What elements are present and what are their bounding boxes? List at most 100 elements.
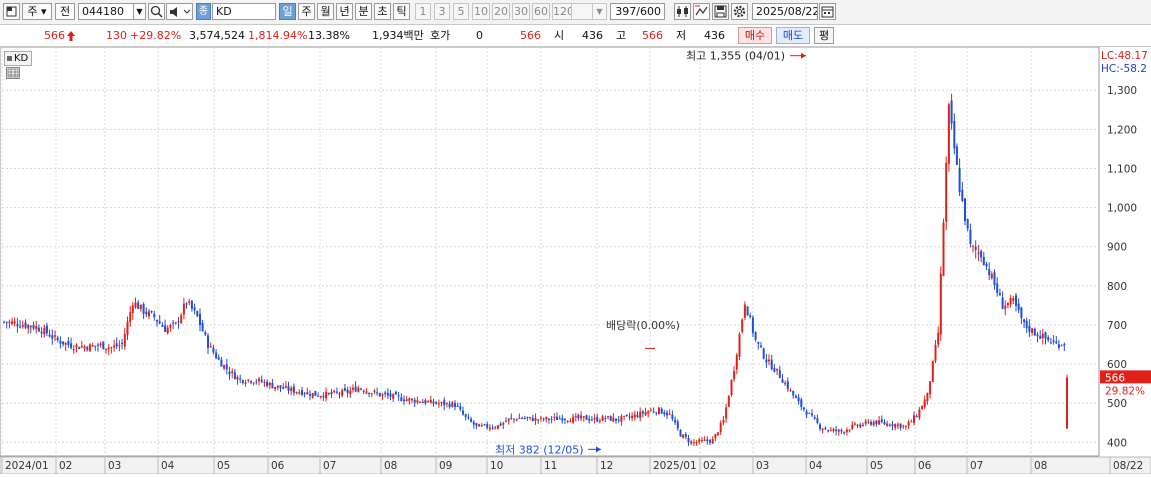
- search-icon[interactable]: [148, 3, 165, 20]
- candle-body: [679, 429, 682, 437]
- candle-body: [97, 344, 99, 346]
- candle-body: [400, 397, 403, 401]
- y-tick-label: 400: [1107, 437, 1127, 449]
- candle-body: [21, 325, 24, 327]
- candle-body: [612, 417, 615, 422]
- candle-body: [172, 322, 175, 324]
- tab-minute[interactable]: 분: [355, 3, 372, 20]
- stock-code-dropdown[interactable]: ▼: [133, 3, 146, 20]
- candle-body: [287, 386, 290, 391]
- candle-body: [317, 395, 320, 397]
- candle-body: [389, 393, 392, 397]
- candle-body: [894, 424, 897, 428]
- candle-body: [421, 401, 424, 403]
- interval-1-button[interactable]: 1: [415, 3, 431, 20]
- candle-body: [1004, 305, 1007, 309]
- candle-body: [309, 394, 311, 396]
- candle-body: [268, 382, 271, 386]
- interval-30-button[interactable]: 30: [512, 3, 530, 20]
- window-icon[interactable]: [3, 3, 20, 20]
- candle-body: [392, 393, 395, 399]
- candle-body: [456, 405, 459, 407]
- interval-10-button[interactable]: 10: [472, 3, 490, 20]
- candle-body: [462, 410, 464, 415]
- candle-body: [397, 395, 400, 397]
- candle-body: [827, 430, 830, 432]
- candle-body: [113, 345, 116, 348]
- candle-body: [190, 300, 193, 309]
- interval-60-button[interactable]: 60: [532, 3, 550, 20]
- candle-body: [488, 427, 491, 430]
- candle-body: [515, 419, 518, 421]
- calendar-icon[interactable]: [819, 3, 836, 20]
- data-count-field[interactable]: 397/600: [610, 3, 665, 20]
- hoga-price: 566: [520, 29, 541, 42]
- candle-body: [566, 420, 569, 422]
- save-icon[interactable]: [712, 3, 729, 20]
- chart-svg[interactable]: 400 500 600 700 800 900 1,000 1,100 1,200 1,300 20…: [0, 46, 1151, 475]
- candle-body: [295, 392, 298, 393]
- candle-body: [37, 327, 40, 332]
- tab-month[interactable]: 월: [317, 3, 334, 20]
- candle-body: [969, 229, 972, 244]
- candle-body: [24, 322, 27, 328]
- candle-body: [977, 252, 980, 254]
- candle-body: [808, 412, 811, 414]
- candle-body: [531, 417, 534, 421]
- prev-button[interactable]: 전: [55, 3, 75, 20]
- speaker-icon[interactable]: [166, 3, 193, 20]
- buy-button[interactable]: 매수: [738, 27, 772, 44]
- eval-button[interactable]: 평: [814, 27, 834, 44]
- candle-body: [585, 415, 588, 420]
- candle-body: [684, 434, 687, 438]
- candle-body: [542, 418, 545, 420]
- candle-body: [1057, 344, 1060, 348]
- candle-body: [1036, 334, 1039, 337]
- x-tick-label: 12: [600, 460, 613, 472]
- tab-week[interactable]: 주: [298, 3, 315, 20]
- candle-body: [62, 341, 65, 345]
- stock-name-field[interactable]: KD: [212, 3, 276, 20]
- series-legend: KD: [4, 51, 33, 66]
- period-select[interactable]: 주 ▾: [22, 3, 52, 20]
- candle-body: [161, 324, 164, 327]
- candle-body: [475, 423, 478, 426]
- candle-body: [1015, 295, 1017, 306]
- candle-settings-icon[interactable]: [674, 3, 691, 20]
- price-chart[interactable]: 400 500 600 700 800 900 1,000 1,100 1,200 1,300 20…: [0, 46, 1151, 475]
- candle-body: [727, 396, 730, 407]
- interval-5-button[interactable]: 5: [453, 3, 469, 20]
- grid-toggle-icon[interactable]: [6, 67, 20, 79]
- open-price: 436: [582, 29, 603, 42]
- hc-indicator: HC:-58.2: [1101, 63, 1147, 75]
- candle-body: [11, 321, 14, 324]
- line-tool-icon[interactable]: [693, 3, 710, 20]
- candle-body: [365, 391, 368, 394]
- candle-body: [789, 390, 792, 391]
- interval-3-button[interactable]: 3: [434, 3, 450, 20]
- candle-body: [961, 189, 964, 201]
- candle-body: [768, 359, 770, 362]
- x-tick-label: 11: [544, 460, 557, 472]
- interval-120-button[interactable]: 120: [552, 3, 572, 20]
- candle-body: [765, 359, 768, 363]
- candle-body: [215, 352, 218, 359]
- sell-button[interactable]: 매도: [776, 27, 810, 44]
- tab-tick[interactable]: 틱: [393, 3, 410, 20]
- volume: 3,574,524: [189, 29, 245, 42]
- tab-second[interactable]: 초: [374, 3, 391, 20]
- stock-code-input[interactable]: 044180: [78, 3, 134, 20]
- interval-20-button[interactable]: 20: [492, 3, 510, 20]
- candle-body: [80, 346, 83, 348]
- candle-body: [802, 407, 805, 410]
- x-tick-label: 02: [703, 460, 716, 472]
- tab-year[interactable]: 년: [336, 3, 353, 20]
- interval-dropdown[interactable]: ▼: [592, 3, 607, 20]
- gear-icon[interactable]: [731, 3, 748, 20]
- candle-body: [505, 421, 507, 423]
- candle-body: [700, 440, 703, 442]
- tab-day[interactable]: 일: [279, 3, 296, 20]
- candle-body: [228, 371, 231, 375]
- candle-body: [207, 335, 209, 348]
- date-field[interactable]: 2025/08/22: [752, 3, 818, 20]
